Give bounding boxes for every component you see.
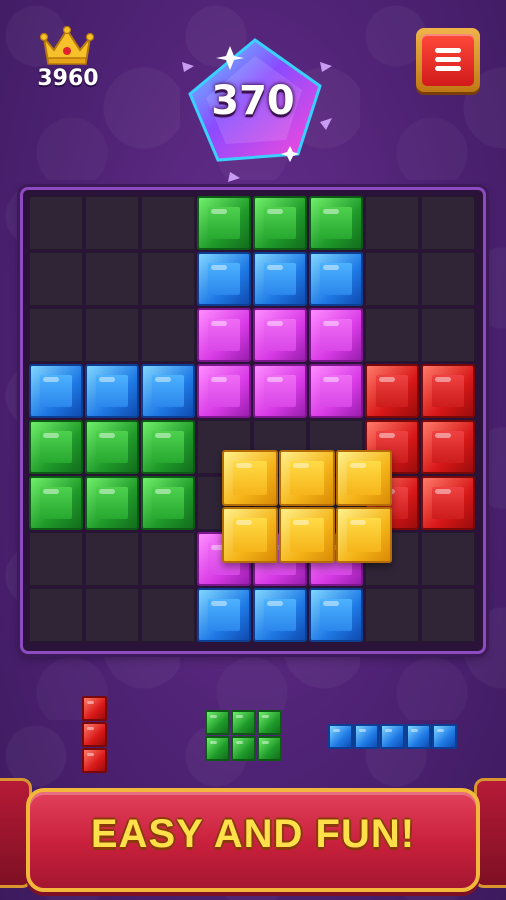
crown-icon xyxy=(40,26,94,65)
piece-red-vertical-3[interactable] xyxy=(82,696,108,774)
green-block xyxy=(85,420,139,474)
green-mini-block xyxy=(231,710,256,735)
board-cell[interactable] xyxy=(365,588,419,642)
red-mini-block xyxy=(82,748,107,773)
blue-mini-block xyxy=(432,724,457,749)
purple-block xyxy=(197,364,251,418)
blue-mini-block xyxy=(406,724,431,749)
board-cell[interactable] xyxy=(421,196,475,250)
blue-block xyxy=(197,252,251,306)
piece-blue-horizontal-5[interactable] xyxy=(328,724,458,750)
board-cell[interactable] xyxy=(29,588,83,642)
purple-block xyxy=(253,308,307,362)
red-block xyxy=(365,364,419,418)
hamburger-icon xyxy=(422,34,474,86)
best-score: 3960 xyxy=(37,66,99,91)
board-cell[interactable] xyxy=(421,252,475,306)
yellow-block xyxy=(336,507,392,563)
green-mini-block xyxy=(231,736,256,761)
red-block xyxy=(421,476,475,530)
hamburger-icon-bar xyxy=(435,57,461,62)
board-cell[interactable] xyxy=(141,588,195,642)
blue-mini-block xyxy=(328,724,353,749)
piece-green-square-2x3[interactable] xyxy=(205,710,283,762)
green-mini-block xyxy=(205,710,230,735)
green-block xyxy=(309,196,363,250)
board-cell[interactable] xyxy=(85,308,139,362)
blue-block xyxy=(29,364,83,418)
yellow-block xyxy=(336,450,392,506)
blue-mini-block xyxy=(354,724,379,749)
blue-block xyxy=(253,588,307,642)
board-cell[interactable] xyxy=(421,532,475,586)
yellow-block xyxy=(222,507,278,563)
red-mini-block xyxy=(82,696,107,721)
board-cell[interactable] xyxy=(85,196,139,250)
purple-block xyxy=(309,308,363,362)
green-block xyxy=(29,420,83,474)
green-mini-block xyxy=(205,736,230,761)
board-cell[interactable] xyxy=(421,588,475,642)
game-board[interactable] xyxy=(20,187,486,654)
hamburger-icon-bar xyxy=(435,48,461,53)
red-block xyxy=(421,420,475,474)
purple-block xyxy=(253,364,307,418)
green-block xyxy=(29,476,83,530)
current-score: 370 xyxy=(211,78,295,124)
board-cell[interactable] xyxy=(85,588,139,642)
blue-mini-block xyxy=(380,724,405,749)
board-cell[interactable] xyxy=(85,532,139,586)
green-block xyxy=(197,196,251,250)
blue-block xyxy=(141,364,195,418)
green-block xyxy=(141,420,195,474)
purple-block xyxy=(197,308,251,362)
menu-button[interactable] xyxy=(416,28,480,92)
board-cell[interactable] xyxy=(421,308,475,362)
red-mini-block xyxy=(82,722,107,747)
blue-block xyxy=(253,252,307,306)
green-block xyxy=(253,196,307,250)
board-cell[interactable] xyxy=(29,252,83,306)
hamburger-icon-bar xyxy=(435,66,461,71)
board-cell[interactable] xyxy=(29,532,83,586)
banner-text: EASY AND FUN! xyxy=(90,812,416,856)
blue-block xyxy=(197,588,251,642)
blue-block xyxy=(309,252,363,306)
yellow-block xyxy=(222,450,278,506)
red-block xyxy=(421,364,475,418)
dragged-piece[interactable] xyxy=(222,450,394,564)
purple-block xyxy=(309,364,363,418)
green-block xyxy=(85,476,139,530)
blue-block xyxy=(309,588,363,642)
board-cell[interactable] xyxy=(141,532,195,586)
board-cell[interactable] xyxy=(365,252,419,306)
green-mini-block xyxy=(257,736,282,761)
board-cell[interactable] xyxy=(29,308,83,362)
board-cell[interactable] xyxy=(141,252,195,306)
blue-block xyxy=(85,364,139,418)
board-cell[interactable] xyxy=(85,252,139,306)
board-cell[interactable] xyxy=(365,308,419,362)
yellow-block xyxy=(279,450,335,506)
board-cell[interactable] xyxy=(365,196,419,250)
green-block xyxy=(141,476,195,530)
board-cell[interactable] xyxy=(141,196,195,250)
board-cell[interactable] xyxy=(29,196,83,250)
yellow-block xyxy=(279,507,335,563)
green-mini-block xyxy=(257,710,282,735)
board-cell[interactable] xyxy=(141,308,195,362)
